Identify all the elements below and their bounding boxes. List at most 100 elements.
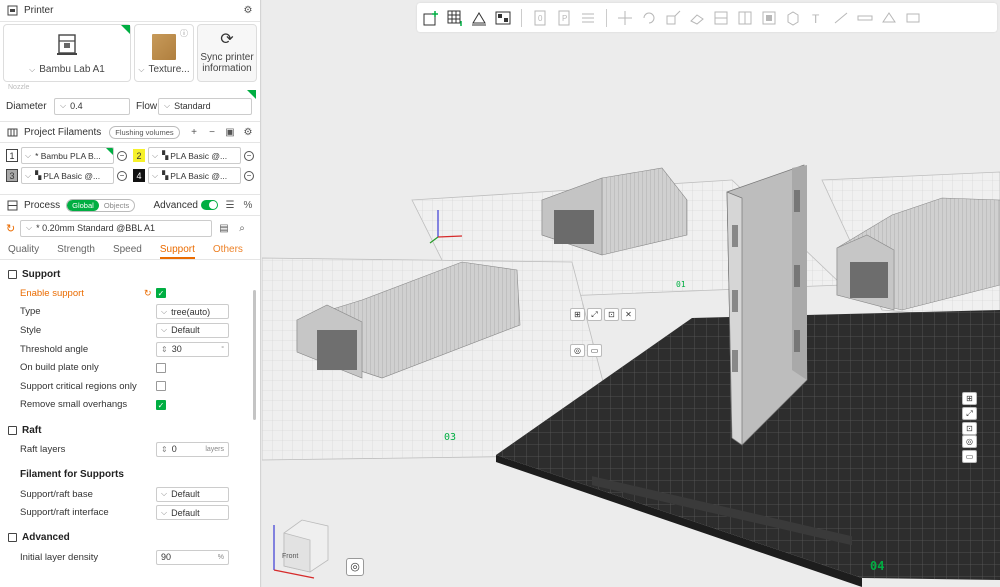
plate-close-icon[interactable]: ✕ [621,308,636,321]
zoom-fit-icon[interactable]: ◎ [346,558,364,576]
threshold-angle-input[interactable]: ⇕ 30 ° [156,341,229,357]
support-style-select[interactable]: ⌵ Default [156,322,229,338]
remove-filament-circle-icon[interactable]: − [244,170,254,181]
rotate-icon[interactable] [639,8,659,28]
flow-select[interactable]: ⌵ Standard [158,97,252,115]
plate-settings-icon[interactable]: ▭ [587,344,602,357]
plate-04-orient-icon[interactable]: ⤢ [962,407,977,420]
variable-layer-icon[interactable] [578,8,598,28]
initial-density-value: 90 [161,552,172,563]
advanced-group-header: Advanced [0,528,260,548]
list-icon[interactable]: ☰ [224,199,236,211]
raft-layers-input[interactable]: ⇕ 0 layers [156,441,229,457]
reset-preset-icon[interactable]: ↻ [6,222,20,235]
3d-viewport[interactable]: 01 03 04 Front ⊞ ⤢ ⊡ ✕ ◎ ▭ ⊞ ⤢ ⊡ ◎ ▭ ◎ [262,0,1000,587]
support-type-select[interactable]: ⌵ tree(auto) [156,304,229,320]
split-parts-icon[interactable]: P [554,8,574,28]
plate-04-slice-icon[interactable]: ◎ [962,435,977,448]
sync-printer-button[interactable]: ⟳ Sync printer information [197,24,257,82]
save-preset-icon[interactable]: ▤ [218,222,230,234]
view-navigation-cube[interactable]: Front [273,519,329,579]
move-icon[interactable] [615,8,635,28]
threshold-angle-row: Threshold angle ⇕ 30 ° [0,340,260,359]
initial-density-row: Initial layer density 90% [0,548,260,567]
filament-item[interactable]: 3 ⌵ ▚ PLA Basic @... − [6,167,127,184]
tab-speed[interactable]: Speed [113,244,142,259]
assembly-icon[interactable] [855,8,875,28]
mesh-boolean-icon[interactable] [735,8,755,28]
remove-overhangs-checkbox[interactable]: ✓ [156,399,166,410]
remove-filament-circle-icon[interactable]: − [117,170,127,181]
support-base-select[interactable]: ⌵ Default [156,486,229,502]
build-plate-only-checkbox[interactable] [156,362,166,373]
add-plate-icon[interactable] [445,8,465,28]
plate-04-tools: ⊞ ⤢ ⊡ [962,392,977,435]
process-preset-select[interactable]: ⌵ * 0.20mm Standard @BBL A1 [20,219,212,237]
initial-density-input[interactable]: 90% [156,549,229,565]
flow-value: Standard [174,101,211,111]
measure-icon[interactable] [831,8,851,28]
tab-quality[interactable]: Quality [8,244,39,259]
enable-support-checkbox[interactable]: ✓ [156,288,166,299]
remove-filament-icon[interactable]: − [206,126,218,138]
percent-icon[interactable]: % [242,199,254,211]
plate-arrange-icon[interactable]: ⊞ [570,308,585,321]
support-base-value: Default [171,489,200,500]
global-objects-toggle[interactable]: Global Objects [66,198,136,212]
remove-filament-circle-icon[interactable]: − [117,150,127,161]
support-interface-value: Default [171,507,200,518]
seam-paint-icon[interactable] [783,8,803,28]
flushing-volumes-button[interactable]: Flushing volumes [109,125,180,139]
lay-on-face-icon[interactable] [687,8,707,28]
support-interface-select[interactable]: ⌵ Default [156,505,229,521]
support-interface-label: Support/raft interface [20,507,109,519]
auto-orient-icon[interactable] [469,8,489,28]
support-group-icon [8,269,17,279]
diameter-select[interactable]: ⌵ 0.4 [54,97,130,115]
settings-scrollbar[interactable] [253,290,256,420]
add-model-icon[interactable] [421,8,441,28]
tab-strength[interactable]: Strength [57,244,95,259]
arrange-icon[interactable] [493,8,513,28]
emboss-icon[interactable] [879,8,899,28]
plate-03-label: 03 [444,432,456,443]
plate-04-arrange-icon[interactable]: ⊞ [962,392,977,405]
plate-04-settings-icon[interactable]: ▭ [962,450,977,463]
support-group-header: Support [0,264,260,284]
plate-orient-icon[interactable]: ⤢ [587,308,602,321]
split-objects-icon[interactable]: 0 [530,8,550,28]
support-interface-row: Support/raft interface ⌵ Default [0,503,260,522]
edit-filament-icon[interactable]: ▣ [224,126,236,138]
tab-others[interactable]: Others [213,244,243,259]
more-tools-icon[interactable] [903,8,923,28]
info-icon[interactable]: ⓘ [180,28,188,39]
diameter-value: 0.4 [70,101,83,111]
scale-icon[interactable] [663,8,683,28]
plate-lock-icon[interactable]: ⊡ [604,308,619,321]
process-section-header: Process Global Objects Advanced ☰ % [0,194,260,216]
printer-select-card[interactable]: ⌵ Bambu Lab A1 [3,24,131,82]
search-icon[interactable]: ⌕ [236,222,248,234]
remove-filament-circle-icon[interactable]: − [244,150,254,161]
text-icon[interactable]: T [807,8,827,28]
filament-item[interactable]: 2 ⌵ ▚ PLA Basic @... − [133,147,254,164]
filament-item[interactable]: 1 ⌵ * Bambu PLA B... − [6,147,127,164]
filament-settings-icon[interactable]: ⚙ [242,126,254,138]
objects-tab[interactable]: Objects [99,200,134,211]
plate-slice-icon[interactable]: ◎ [570,344,585,357]
support-paint-icon[interactable] [759,8,779,28]
filament-item[interactable]: 4 ⌵ ▚ PLA Basic @... − [133,167,254,184]
printer-settings-icon[interactable]: ⚙ [242,5,254,17]
cut-icon[interactable] [711,8,731,28]
plate-select-card[interactable]: ⓘ ⌵ Texture... [134,24,194,82]
tab-support[interactable]: Support [159,244,195,259]
support-style-row: Style ⌵ Default [0,321,260,340]
global-tab[interactable]: Global [67,199,99,211]
critical-regions-checkbox[interactable] [156,381,166,392]
raft-group-icon [8,425,17,435]
reset-option-icon[interactable]: ↻ [144,288,152,299]
add-filament-icon[interactable]: + [188,126,200,138]
plate-04-lock-icon[interactable]: ⊡ [962,422,977,435]
advanced-toggle[interactable] [201,200,218,210]
filament-number: 1 [6,149,18,162]
